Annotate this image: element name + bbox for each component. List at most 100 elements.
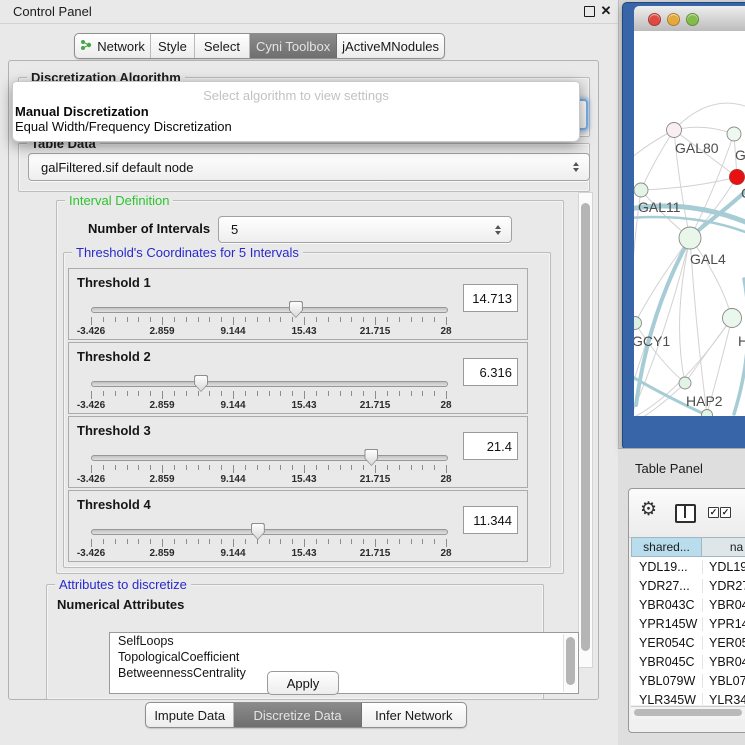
table-row[interactable]: YBR043CYBR04 bbox=[631, 595, 745, 614]
slider-tick bbox=[245, 317, 246, 322]
scrollbar-thumb[interactable] bbox=[581, 203, 590, 651]
threshold-value-field[interactable] bbox=[463, 506, 518, 534]
minimize-traffic-light[interactable] bbox=[667, 13, 680, 26]
slider-track[interactable] bbox=[91, 307, 448, 313]
network-canvas[interactable]: GAL80GACGAL11GAL4GCY1HHAP2 bbox=[634, 31, 745, 416]
scrollbar-thumb[interactable] bbox=[566, 637, 575, 685]
network-node[interactable] bbox=[634, 183, 648, 197]
numerical-attributes-list[interactable]: SelfLoopsTopologicalCoefficientBetweenne… bbox=[109, 632, 579, 694]
slider-tick bbox=[269, 465, 270, 470]
table-row[interactable]: YDR27...YDR27 bbox=[631, 576, 745, 595]
column-header-shared-name[interactable]: shared... bbox=[631, 537, 702, 557]
slider-thumb[interactable] bbox=[194, 375, 208, 392]
slider-tick bbox=[387, 465, 388, 470]
gear-icon[interactable]: ⚙︎ bbox=[640, 500, 657, 519]
slider-tick bbox=[186, 465, 187, 470]
slider-tick bbox=[340, 317, 341, 322]
vertical-scrollbar[interactable] bbox=[578, 192, 593, 668]
slider-thumb[interactable] bbox=[251, 523, 265, 540]
table-row[interactable]: YLR345WYLR34 bbox=[631, 690, 745, 705]
slider-tick bbox=[221, 391, 222, 396]
network-node[interactable] bbox=[723, 309, 742, 328]
network-node[interactable] bbox=[679, 227, 701, 249]
checkbox-icon[interactable]: ✓ bbox=[708, 507, 719, 518]
slider-tick-label: 28 bbox=[424, 400, 468, 411]
attribute-list-item[interactable]: TopologicalCoefficient bbox=[110, 649, 578, 665]
network-node[interactable] bbox=[727, 127, 741, 141]
horizontal-scrollbar[interactable] bbox=[631, 706, 745, 719]
slider-thumb-face bbox=[290, 302, 302, 317]
slider-tick-label: -3.426 bbox=[69, 474, 113, 485]
slider-tick bbox=[115, 539, 116, 544]
slider-tick bbox=[198, 465, 199, 470]
checkbox-icon[interactable]: ✓ bbox=[720, 507, 731, 518]
threshold-value-field[interactable] bbox=[463, 432, 518, 460]
tab-infer-network[interactable]: Infer Network bbox=[362, 703, 466, 727]
slider-tick bbox=[328, 465, 329, 470]
table-row[interactable]: YDL19...YDL19 bbox=[631, 557, 745, 576]
scrollbar-thumb[interactable] bbox=[634, 709, 742, 716]
slider-tick bbox=[375, 465, 376, 473]
table-rows: YDL19...YDL19YDR27...YDR27YBR043CYBR04YP… bbox=[631, 557, 745, 705]
slider-tick bbox=[422, 391, 423, 396]
slider-thumb[interactable] bbox=[364, 449, 378, 466]
tab-discretize-data[interactable]: Discretize Data bbox=[234, 703, 361, 727]
column-layout-icon[interactable] bbox=[675, 504, 696, 523]
slider-thumb-face bbox=[365, 450, 377, 465]
column-header-name[interactable]: na bbox=[702, 537, 745, 557]
table-panel-region: Table Panel ⚙︎ ✓ ✓ shared... na YDL19...… bbox=[618, 448, 745, 745]
slider-tick-label: 9.144 bbox=[211, 326, 255, 337]
threshold-panel: Threshold 4-3.4262.8599.14415.4321.71528 bbox=[68, 490, 528, 562]
network-node[interactable] bbox=[679, 377, 691, 389]
network-window-titlebar[interactable] bbox=[634, 6, 745, 32]
network-node[interactable] bbox=[634, 317, 642, 330]
slider-tick-label: 28 bbox=[424, 548, 468, 559]
zoom-traffic-light[interactable] bbox=[686, 13, 699, 26]
threshold-label: Threshold 1 bbox=[77, 275, 151, 290]
attribute-list-item[interactable]: BetweennessCentrality bbox=[110, 665, 578, 681]
threshold-value-field[interactable] bbox=[463, 358, 518, 386]
table-row[interactable]: YBR045CYBR04 bbox=[631, 652, 745, 671]
table-data-combobox[interactable]: galFiltered.sif default node bbox=[28, 153, 590, 181]
tab-network[interactable]: Network bbox=[75, 34, 151, 58]
slider-track[interactable] bbox=[91, 529, 448, 535]
number-of-intervals-combobox[interactable]: 5 bbox=[218, 216, 512, 243]
slider-tick bbox=[340, 465, 341, 470]
close-icon[interactable]: ✕ bbox=[599, 4, 613, 18]
slider-tick bbox=[91, 317, 92, 325]
threshold-value-field[interactable] bbox=[463, 284, 518, 312]
close-traffic-light[interactable] bbox=[648, 13, 661, 26]
network-node[interactable] bbox=[702, 410, 713, 417]
table-row[interactable]: YPR145WYPR14 bbox=[631, 614, 745, 633]
tab-impute-data[interactable]: Impute Data bbox=[146, 703, 234, 727]
table-row[interactable]: YER054CYER05 bbox=[631, 633, 745, 652]
table-row[interactable]: YBL079WYBL07 bbox=[631, 671, 745, 690]
slider-track[interactable] bbox=[91, 455, 448, 461]
slider-tick bbox=[399, 391, 400, 396]
slider-tick bbox=[150, 317, 151, 322]
slider-tick bbox=[340, 539, 341, 544]
slider-thumb[interactable] bbox=[289, 301, 303, 318]
popup-option-manual-discretization[interactable]: Manual Discretization bbox=[15, 104, 149, 119]
tab-jactivemnodules[interactable]: jActiveMNodules bbox=[337, 34, 444, 58]
network-node[interactable] bbox=[730, 170, 745, 185]
attribute-list-item[interactable]: SelfLoops bbox=[110, 633, 578, 649]
slider-thumb-face bbox=[252, 524, 264, 539]
slider-tick bbox=[91, 465, 92, 473]
cell-shared-name: YBR043C bbox=[631, 598, 702, 612]
attributes-scrollbar[interactable] bbox=[563, 634, 577, 692]
slider-tick bbox=[127, 317, 128, 322]
slider-tick-label: 21.715 bbox=[353, 326, 397, 337]
popup-option-equal-width-frequency[interactable]: Equal Width/Frequency Discretization bbox=[15, 119, 232, 134]
tab-style[interactable]: Style bbox=[151, 34, 195, 58]
float-window-icon[interactable] bbox=[582, 4, 596, 18]
tab-cyni-toolbox[interactable]: Cyni Toolbox bbox=[250, 34, 337, 58]
apply-button[interactable]: Apply bbox=[267, 671, 339, 695]
cell-name: YLR34 bbox=[702, 693, 745, 706]
slider-tick-label: 15.43 bbox=[282, 326, 326, 337]
slider-track[interactable] bbox=[91, 381, 448, 387]
network-edge bbox=[674, 103, 745, 130]
tab-select[interactable]: Select bbox=[195, 34, 250, 58]
slider-tick bbox=[103, 539, 104, 544]
network-node[interactable] bbox=[667, 123, 682, 138]
